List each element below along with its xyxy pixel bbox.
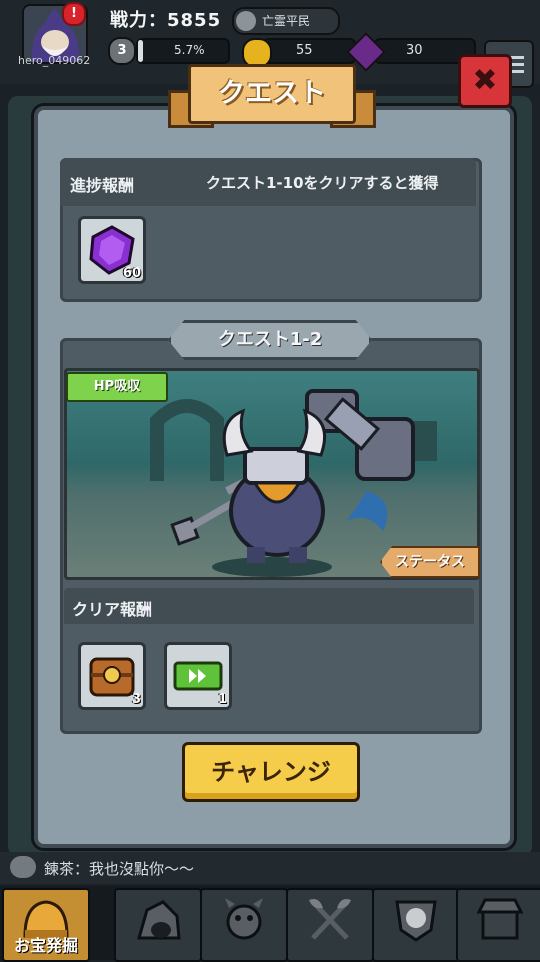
tab-guild[interactable] [372,888,460,962]
skull-icon [236,11,256,31]
progress-reward-note: クエスト1-10をクリアすると獲得 [206,174,439,192]
tab-shop[interactable] [456,888,540,962]
reward-count: 60 [122,266,141,281]
challenge-button[interactable]: チャレンジ [182,742,360,802]
reward-slot-chest[interactable]: 3 [78,642,146,710]
chat-message: 錬茶：我也沒點你～～ [44,860,195,878]
monster-icon [225,898,263,940]
tab-battle[interactable] [286,888,374,962]
reward-slot-gem[interactable]: 60 [78,216,146,284]
progress-reward-title: 進捗報酬 [70,176,135,195]
gold-amount: 55 [296,43,313,58]
modal-title: クエスト [188,64,356,124]
status-button[interactable]: ステータス [380,546,480,578]
tab-label: お宝発掘 [13,936,78,955]
clear-reward-title: クリア報酬 [72,600,153,619]
crossed-axes-icon [309,899,351,940]
tab-rock[interactable] [114,888,202,962]
level-badge: 3 [108,37,136,65]
alert-badge[interactable]: ! [62,2,86,26]
chat-bubble-icon [10,856,36,878]
reward-slot-ticket[interactable]: 1 [164,642,232,710]
rank-label: 亡霊平民 [262,14,311,28]
gold-counter[interactable]: 55 [262,38,356,64]
reward-count: 3 [131,692,141,707]
hero-id-label: hero_049062 [18,54,91,67]
modal-title-ribbon: クエスト [168,64,376,128]
rock-icon [137,900,181,940]
shop-icon [476,898,524,940]
exp-bar-fill [138,40,144,62]
skull-crest-icon [395,900,437,942]
exp-percent: 5.7% [174,43,205,57]
skill-tag: HP吸収 [66,372,168,402]
reward-count: 1 [217,692,227,707]
power-label: 戦力：5855 [110,10,222,31]
tab-monster[interactable] [200,888,288,962]
stage-name: クエスト1-2 [217,329,323,350]
rank-badge[interactable]: 亡霊平民 [232,7,340,35]
tab-treasure-dig[interactable]: お宝発掘 [2,888,90,962]
exp-bar: 5.7% [136,38,230,64]
close-button[interactable]: ✖ [458,54,512,108]
gem-amount: 30 [406,43,423,58]
